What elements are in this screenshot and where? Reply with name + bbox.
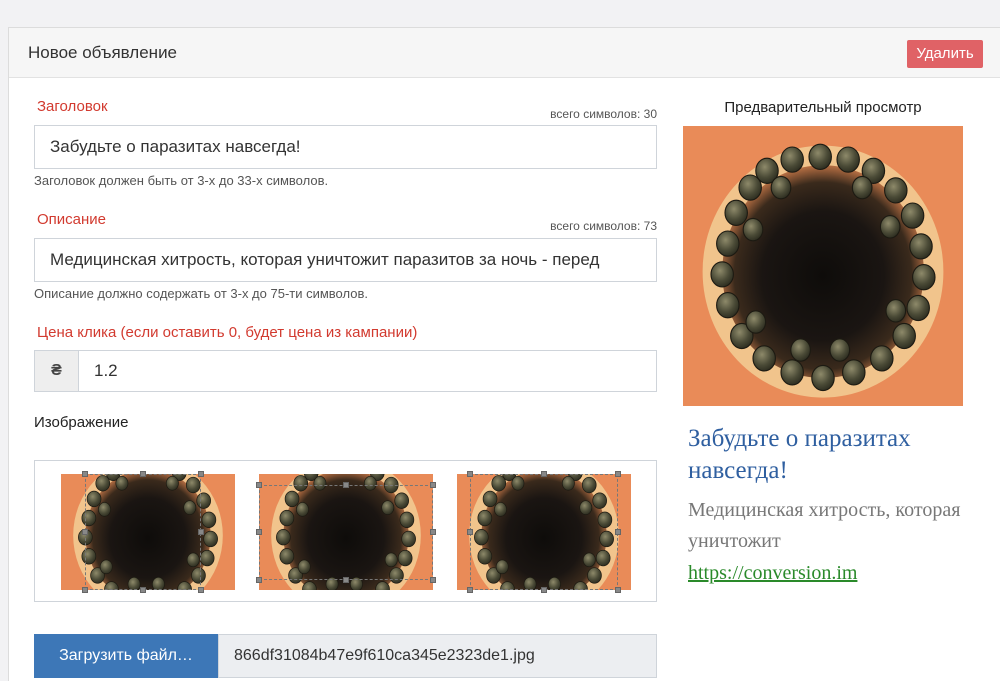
preview-image	[683, 126, 963, 406]
uploaded-file-name: 866df31084b47e9f610ca345e2323de1.jpg	[218, 634, 657, 678]
preview-ad-title[interactable]: Забудьте о паразитах навсегда!	[688, 423, 968, 487]
preview-ad-description: Медицинская хитрость, которая уничтожит	[688, 499, 961, 552]
crop-handle[interactable]	[467, 471, 473, 477]
papaya-image	[683, 126, 963, 406]
crop-handle[interactable]	[198, 587, 204, 593]
title-char-counter: всего символов: 30	[550, 107, 657, 121]
crop-handle[interactable]	[140, 471, 146, 477]
crop-handle[interactable]	[256, 577, 262, 583]
page-title: Новое объявление	[28, 43, 178, 62]
crop-handle[interactable]	[430, 482, 436, 488]
crop-frame-3[interactable]	[470, 474, 618, 590]
title-help-text: Заголовок должен быть от 3-х до 33-х сим…	[34, 173, 329, 188]
crop-frame-1[interactable]	[85, 474, 201, 590]
crop-frame-2[interactable]	[259, 485, 433, 580]
currency-addon: ₴	[34, 350, 78, 392]
crop-handle[interactable]	[140, 587, 146, 593]
crop-handle[interactable]	[82, 471, 88, 477]
crop-handle[interactable]	[430, 577, 436, 583]
panel-header: Новое объявление Удалить	[9, 28, 1000, 78]
crop-handle[interactable]	[541, 587, 547, 593]
upload-file-button[interactable]: Загрузить файл…	[34, 634, 218, 678]
crop-handle[interactable]	[256, 482, 262, 488]
image-crop-box	[34, 460, 657, 602]
click-price-label: Цена клика (если оставить 0, будет цена …	[37, 324, 418, 341]
crop-handle[interactable]	[541, 471, 547, 477]
crop-handle[interactable]	[467, 587, 473, 593]
crop-handle[interactable]	[256, 529, 262, 535]
crop-handle[interactable]	[82, 529, 88, 535]
crop-handle[interactable]	[343, 482, 349, 488]
image-section-label: Изображение	[34, 414, 129, 431]
description-label: Описание	[37, 211, 107, 228]
crop-handle[interactable]	[615, 587, 621, 593]
crop-handle[interactable]	[467, 529, 473, 535]
title-input[interactable]: Забудьте о паразитах навсегда!	[34, 125, 657, 169]
preview-ad-link[interactable]: https://conversion.im	[688, 562, 857, 585]
crop-handle[interactable]	[615, 529, 621, 535]
crop-handle[interactable]	[430, 529, 436, 535]
crop-handle[interactable]	[198, 471, 204, 477]
click-price-input[interactable]: 1.2	[78, 350, 657, 392]
crop-handle[interactable]	[615, 471, 621, 477]
crop-handle[interactable]	[82, 587, 88, 593]
delete-button[interactable]: Удалить	[907, 40, 983, 68]
preview-heading: Предварительный просмотр	[724, 99, 922, 116]
title-label: Заголовок	[37, 98, 108, 115]
description-char-counter: всего символов: 73	[550, 219, 657, 233]
description-input[interactable]: Медицинская хитрость, которая уничтожит …	[34, 238, 657, 282]
crop-handle[interactable]	[343, 577, 349, 583]
description-help-text: Описание должно содержать от 3-х до 75-т…	[34, 286, 368, 301]
crop-handle[interactable]	[198, 529, 204, 535]
